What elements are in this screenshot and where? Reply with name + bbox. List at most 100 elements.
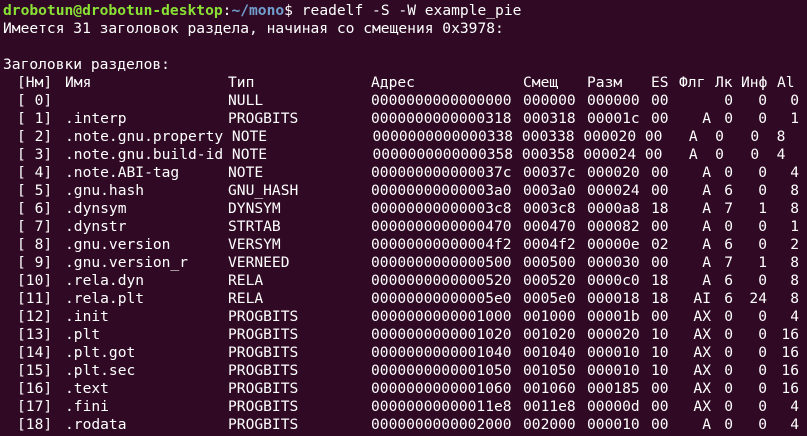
header-off: Смещ — [523, 74, 559, 91]
row-al: 4 — [790, 416, 799, 433]
row-raw: .note.gnu.property NOTE 0000000000000338… — [65, 128, 786, 145]
row-flg: A — [702, 110, 711, 127]
command-text: readelf -S -W example_pie — [292, 2, 522, 19]
row-lk: 6 — [724, 182, 733, 199]
row-type: PROGBITS — [228, 344, 299, 361]
row-off: 002000 — [523, 416, 576, 433]
row-num: [13] — [17, 326, 53, 343]
row-inf: 0 — [758, 380, 767, 397]
row-addr: 0000000000001040 — [371, 344, 512, 361]
table-header: [Нм] Имя Тип Адрес Смещ Разм ES Флг Лк И… — [3, 74, 807, 92]
row-num: [ 0] — [17, 92, 53, 109]
row-num: [16] — [17, 380, 53, 397]
table-row: [15] .plt.sec PROGBITS 0000000000001050 0010… — [3, 362, 807, 380]
row-inf: 0 — [758, 344, 767, 361]
row-size: 000185 — [587, 380, 640, 397]
row-lk: 0 — [724, 380, 733, 397]
row-lk: 0 — [724, 326, 733, 343]
row-al: 8 — [790, 254, 799, 271]
row-es: 18 — [651, 272, 669, 289]
row-es: 18 — [651, 290, 669, 307]
row-off: 000000 — [523, 92, 576, 109]
row-type: PROGBITS — [228, 398, 299, 415]
prompt-line: drobotun@drobotun-desktop:~/mono$ readel… — [3, 2, 807, 20]
row-name: .dynsym — [65, 200, 127, 217]
row-size: 000018 — [587, 290, 640, 307]
row-flg: A — [702, 200, 711, 217]
header-al: Al — [777, 74, 795, 91]
row-type: GNU_HASH — [228, 182, 299, 199]
row-flg: AX — [693, 398, 711, 415]
table-row: [12] .init PROGBITS 0000000000001000 001000 0… — [3, 308, 807, 326]
row-num: [11] — [17, 290, 53, 307]
row-size: 00000d — [587, 398, 640, 415]
table-row: [11] .rela.plt RELA 00000000000005e0 0005e0 0… — [3, 290, 807, 308]
row-name: .fini — [65, 398, 109, 415]
terminal-window[interactable]: drobotun@drobotun-desktop:~/mono$ readel… — [0, 0, 807, 436]
row-num: [12] — [17, 308, 53, 325]
row-name: .plt.got — [65, 344, 136, 361]
row-name: .plt.sec — [65, 362, 136, 379]
row-addr: 00000000000005e0 — [371, 290, 512, 307]
row-num: [ 8] — [17, 236, 53, 253]
table-row: [ 3] .note.gnu.build-id NOTE 000000000000… — [3, 146, 807, 164]
row-es: 00 — [651, 164, 669, 181]
table-row: [ 8] .gnu.version VERSYM 00000000000004f2 00… — [3, 236, 807, 254]
row-al: 16 — [781, 380, 799, 397]
row-lk: 7 — [724, 200, 733, 217]
row-num: [ 4] — [17, 164, 53, 181]
row-type: DYNSYM — [228, 200, 281, 217]
row-al: 0 — [790, 92, 799, 109]
row-size: 000010 — [587, 416, 640, 433]
row-es: 00 — [651, 416, 669, 433]
row-inf: 0 — [758, 326, 767, 343]
row-es: 00 — [651, 308, 669, 325]
row-lk: 0 — [724, 308, 733, 325]
row-name: .rodata — [65, 416, 127, 433]
row-addr: 00000000000004f2 — [371, 236, 512, 253]
row-flg: AX — [693, 380, 711, 397]
row-num: [17] — [17, 398, 53, 415]
row-lk: 6 — [724, 236, 733, 253]
row-lk: 7 — [724, 254, 733, 271]
row-lk: 6 — [724, 272, 733, 289]
row-es: 10 — [651, 362, 669, 379]
row-inf: 1 — [758, 200, 767, 217]
row-off: 001040 — [523, 344, 576, 361]
section-table-body: [ 0] NULL 0000000000000000 000000 000000 00 0 0… — [3, 92, 807, 434]
row-lk: 0 — [724, 398, 733, 415]
header-name: Имя — [65, 74, 92, 91]
row-name: .plt — [65, 326, 101, 343]
row-name: .gnu.version — [65, 236, 171, 253]
header-lk: Лк — [715, 74, 733, 91]
row-size: 000024 — [587, 182, 640, 199]
row-addr: 0000000000000520 — [371, 272, 512, 289]
row-off: 001020 — [523, 326, 576, 343]
row-name: .rela.dyn — [65, 272, 145, 289]
row-flg: A — [702, 182, 711, 199]
row-off: 000500 — [523, 254, 576, 271]
row-off: 0005e0 — [523, 290, 576, 307]
row-size: 0000a8 — [587, 200, 640, 217]
summary-line: Имеется 31 заголовок раздела, начиная со… — [3, 20, 504, 37]
row-off: 0003c8 — [523, 200, 576, 217]
header-size: Разм — [587, 74, 623, 91]
header-addr: Адрес — [371, 74, 415, 91]
header-es: ES — [651, 74, 669, 91]
row-inf: 0 — [758, 272, 767, 289]
row-off: 000520 — [523, 272, 576, 289]
row-type: PROGBITS — [228, 380, 299, 397]
row-flg: A — [702, 236, 711, 253]
row-off: 0004f2 — [523, 236, 576, 253]
row-type: PROGBITS — [228, 362, 299, 379]
row-size: 000030 — [587, 254, 640, 271]
row-flg: A — [702, 272, 711, 289]
row-al: 4 — [790, 164, 799, 181]
row-lk: 0 — [724, 164, 733, 181]
prompt-symbol: $ — [284, 2, 293, 19]
row-addr: 00000000000011e8 — [371, 398, 512, 415]
row-name: .gnu.version_r — [65, 254, 189, 271]
row-type: PROGBITS — [228, 326, 299, 343]
row-type: RELA — [228, 290, 264, 307]
row-addr: 0000000000000000 — [371, 92, 512, 109]
